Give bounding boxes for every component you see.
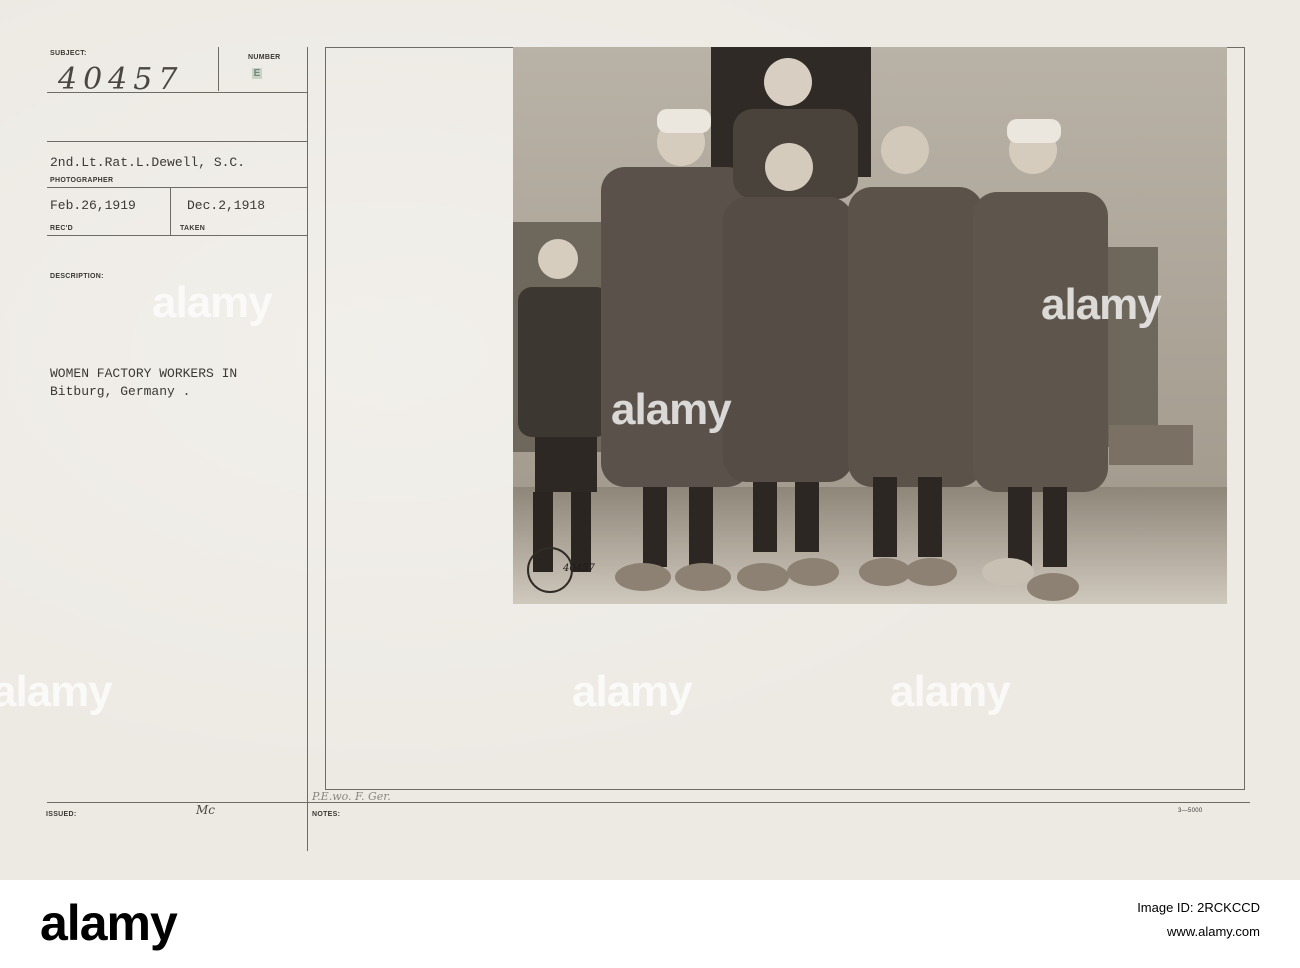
watermark-photo-right: alamy (1041, 280, 1162, 329)
site-url: www.alamy.com (1167, 924, 1260, 939)
rule-above-photographer (47, 141, 307, 142)
notes-value: P.E.wo. F. Ger. (312, 790, 391, 803)
subject-label: SUBJECT: (50, 50, 87, 57)
watermark-card-mid-left: alamy (0, 667, 113, 716)
record-card: SUBJECT: 40457 NUMBER E 2nd.Lt.Rat.L.Dew… (0, 0, 1300, 880)
rule-photo-frame-left (325, 47, 326, 789)
watermark-card-top-left: alamy (152, 278, 273, 327)
subject-value: 40457 (58, 62, 184, 97)
watermark-card-mid: alamy (572, 667, 693, 716)
photograph: 40457 alamy alamy (513, 47, 1227, 604)
rule-bottom (47, 802, 1250, 803)
stamp-number: 40457 (563, 563, 595, 574)
watermark-photo-left: alamy (611, 385, 732, 434)
rule-recd-taken (170, 187, 171, 235)
issued-value: Mc (196, 803, 216, 817)
taken-value: Dec.2,1918 (187, 198, 266, 213)
taken-label: TAKEN (180, 225, 206, 232)
rule-photo-frame-right (1244, 47, 1245, 789)
photographer-label: PHOTOGRAPHER (50, 177, 114, 184)
recd-value: Feb.26,1919 (50, 198, 136, 213)
brand-logo: alamy (40, 895, 178, 951)
rule-below-dates (47, 235, 307, 236)
issued-label: ISSUED: (46, 811, 77, 818)
photographer-value: 2nd.Lt.Rat.L.Dewell, S.C. (50, 155, 246, 170)
description-label: DESCRIPTION: (50, 273, 104, 280)
rule-below-photographer (47, 187, 307, 188)
watermark-card-mid-right: alamy (890, 667, 1011, 716)
number-label: NUMBER (248, 54, 281, 61)
number-value: E (252, 68, 262, 79)
notes-label: NOTES: (312, 811, 341, 818)
form-number: 3—5000 (1178, 808, 1203, 814)
description-line-1: WOMEN FACTORY WORKERS IN (50, 366, 238, 381)
recd-label: REC'D (50, 225, 73, 232)
description-line-2: Bitburg, Germany . (50, 384, 191, 399)
image-id: Image ID: 2RCKCCD (1137, 900, 1260, 915)
rule-photo-frame-bottom (325, 789, 1245, 790)
rule-left-column (307, 47, 308, 851)
stock-footer: alamy Image ID: 2RCKCCD www.alamy.com (0, 880, 1300, 968)
rule-subject-number (218, 47, 219, 91)
footer-meta: Image ID: 2RCKCCD www.alamy.com (1137, 896, 1260, 944)
